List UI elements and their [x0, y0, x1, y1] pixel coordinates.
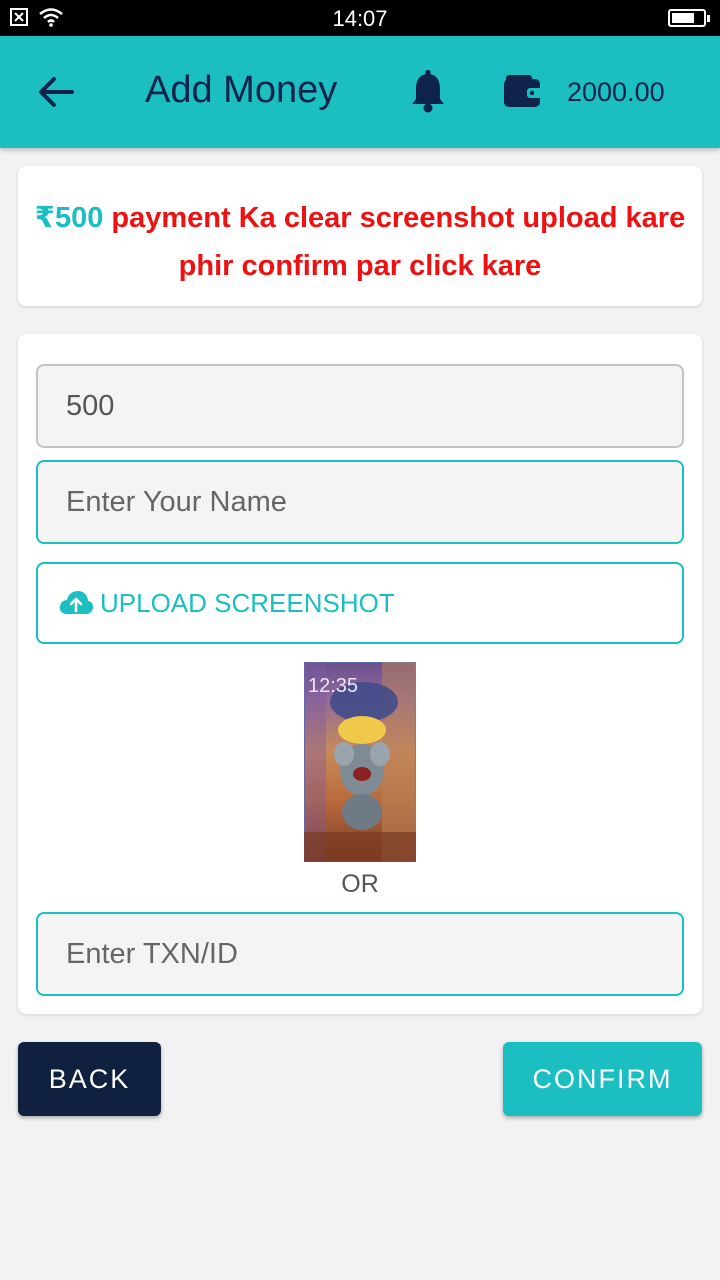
upload-label: UPLOAD SCREENSHOT [100, 587, 395, 618]
screenshot-preview: 12:35 [304, 662, 416, 862]
app-bar: Add Money 2000.00 [0, 36, 720, 148]
add-money-form: 500 Enter Your Name UPLOAD SCREENSHOT 12… [18, 334, 702, 1014]
amount-field[interactable]: 500 [36, 364, 684, 448]
payment-notice: ₹500 payment Ka clear screenshot upload … [18, 166, 702, 306]
wallet-icon[interactable] [502, 74, 542, 110]
preview-time: 12:35 [308, 675, 358, 697]
status-time: 14:07 [332, 6, 388, 31]
upload-screenshot-button[interactable]: UPLOAD SCREENSHOT [36, 562, 684, 644]
page-title: Add Money [145, 69, 338, 111]
wallet-balance: 2000.00 [567, 77, 665, 107]
status-bar: 14:07 [0, 0, 720, 36]
cloud-upload-icon [59, 591, 93, 614]
preview-image: 12:35 [304, 662, 416, 862]
name-input[interactable]: Enter Your Name [36, 460, 684, 544]
bell-icon[interactable] [408, 70, 448, 114]
back-arrow-icon[interactable] [36, 72, 76, 112]
back-button[interactable]: BACK [18, 1042, 161, 1116]
notice-amount: ₹500 [34, 202, 104, 234]
notice-message: payment Ka clear screenshot upload kare … [103, 202, 686, 282]
confirm-button[interactable]: CONFIRM [503, 1042, 702, 1116]
txn-placeholder: Enter TXN/ID [66, 937, 238, 970]
txn-id-input[interactable]: Enter TXN/ID [36, 912, 684, 996]
name-placeholder: Enter Your Name [66, 485, 287, 518]
amount-value: 500 [66, 389, 115, 422]
or-divider: OR [341, 870, 379, 898]
battery-icon [668, 9, 710, 27]
